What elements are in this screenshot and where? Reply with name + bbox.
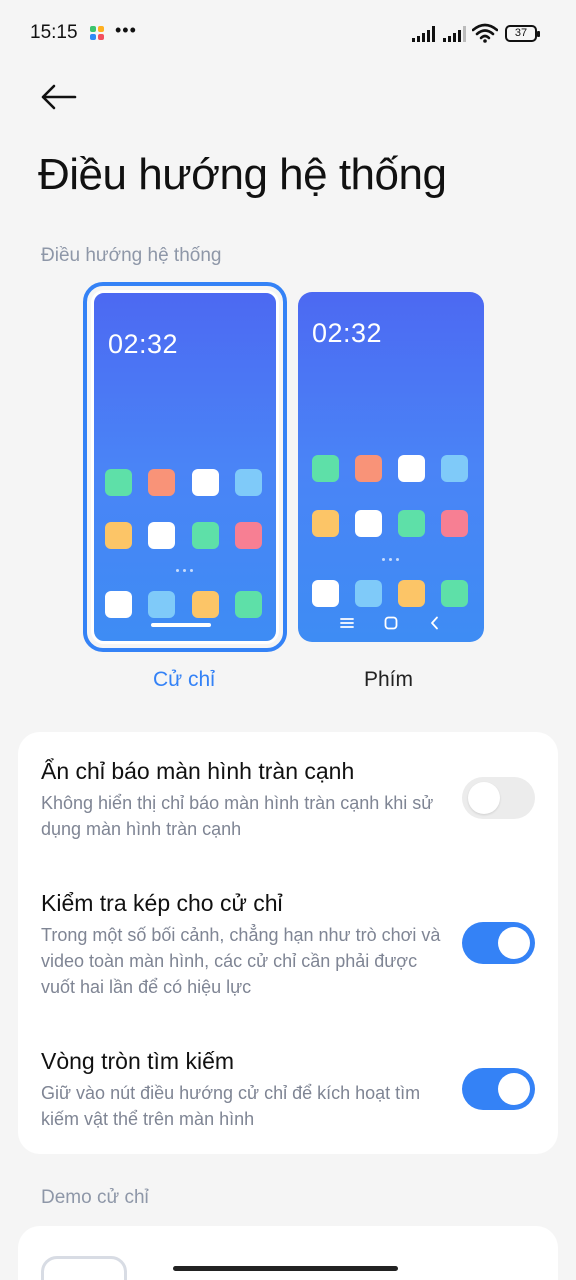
setting-row-double-check[interactable]: Kiểm tra kép cho cử chỉ Trong một số bối… xyxy=(41,888,441,1000)
setting-title: Kiểm tra kép cho cử chỉ xyxy=(41,890,283,916)
app-tile-icon xyxy=(148,469,175,496)
app-tile-icon xyxy=(235,469,262,496)
gesture-option-label[interactable]: Cử chỉ xyxy=(153,668,215,692)
status-time: 15:15 xyxy=(30,22,78,43)
nav-keys-bar xyxy=(298,616,484,636)
app-tile-icon xyxy=(192,522,219,549)
app-tile-icon xyxy=(105,469,132,496)
app-tile-icon xyxy=(148,591,175,618)
gesture-option-card[interactable]: 02:32 xyxy=(83,282,287,652)
setting-title: Ẩn chỉ báo màn hình tràn cạnh xyxy=(41,758,355,784)
screen: 15:15 ••• 37 Điều hướng hệ thống Điều hư… xyxy=(0,0,576,1280)
menu-icon xyxy=(340,618,354,628)
setting-row-circle-search[interactable]: Vòng tròn tìm kiếm Giữ vào nút điều hướn… xyxy=(41,1046,441,1132)
status-bar: 15:15 ••• 37 xyxy=(0,0,576,68)
app-tile-icon xyxy=(105,522,132,549)
battery-icon: 37 xyxy=(505,25,540,42)
hide-indicator-toggle[interactable] xyxy=(462,777,535,819)
gesture-home-bar xyxy=(151,623,211,627)
demo-card[interactable] xyxy=(18,1226,558,1280)
system-home-indicator[interactable] xyxy=(173,1266,398,1271)
setting-description: Không hiển thị chỉ báo màn hình tràn cạn… xyxy=(41,793,434,839)
app-tile-icon xyxy=(441,580,468,607)
app-tile-icon xyxy=(441,510,468,537)
more-notifications-icon: ••• xyxy=(115,20,137,40)
keys-phone-preview: 02:32 xyxy=(298,292,484,642)
back-button[interactable] xyxy=(38,80,80,114)
section-label-navigation: Điều hướng hệ thống xyxy=(41,245,222,266)
setting-description: Trong một số bối cảnh, chẳng hạn như trò… xyxy=(41,925,441,997)
setting-title: Vòng tròn tìm kiếm xyxy=(41,1048,235,1074)
page-indicator xyxy=(176,569,193,572)
toggle-knob xyxy=(498,927,530,959)
app-tile-icon xyxy=(312,580,339,607)
circle-search-toggle[interactable] xyxy=(462,1068,535,1110)
setting-row-hide-indicator[interactable]: Ẩn chỉ báo màn hình tràn cạnh Không hiển… xyxy=(41,756,441,842)
page-indicator xyxy=(382,558,399,561)
preview-clock: 02:32 xyxy=(312,318,383,348)
demo-phone-thumbnail xyxy=(41,1256,127,1280)
back-chevron-icon xyxy=(431,616,438,630)
app-tile-icon xyxy=(312,510,339,537)
double-check-toggle[interactable] xyxy=(462,922,535,964)
app-notification-icon xyxy=(90,26,104,40)
gesture-phone-preview: 02:32 xyxy=(91,290,279,644)
app-tile-icon xyxy=(398,580,425,607)
app-tile-icon xyxy=(235,591,262,618)
setting-description: Giữ vào nút điều hướng cử chỉ để kích ho… xyxy=(41,1083,421,1129)
app-tile-icon xyxy=(398,510,425,537)
app-tile-icon xyxy=(235,522,262,549)
arrow-left-icon xyxy=(41,84,77,110)
home-square-icon xyxy=(384,616,398,630)
app-tile-icon xyxy=(312,455,339,482)
wifi-icon xyxy=(472,23,498,43)
app-tile-icon xyxy=(355,510,382,537)
signal-icon xyxy=(443,26,466,42)
page-title: Điều hướng hệ thống xyxy=(38,150,447,199)
keys-option-card[interactable]: 02:32 xyxy=(298,292,484,642)
app-tile-icon xyxy=(148,522,175,549)
preview-clock: 02:32 xyxy=(108,329,179,359)
keys-option-label[interactable]: Phím xyxy=(364,668,413,692)
toggle-knob xyxy=(498,1073,530,1105)
settings-card: Ẩn chỉ báo màn hình tràn cạnh Không hiển… xyxy=(18,732,558,1154)
section-label-demo: Demo cử chỉ xyxy=(41,1187,149,1208)
app-tile-icon xyxy=(105,591,132,618)
app-tile-icon xyxy=(355,455,382,482)
app-tile-icon xyxy=(441,455,468,482)
app-tile-icon xyxy=(355,580,382,607)
app-tile-icon xyxy=(192,469,219,496)
app-tile-icon xyxy=(398,455,425,482)
toggle-knob xyxy=(468,782,500,814)
signal-icon xyxy=(412,26,435,42)
app-tile-icon xyxy=(192,591,219,618)
